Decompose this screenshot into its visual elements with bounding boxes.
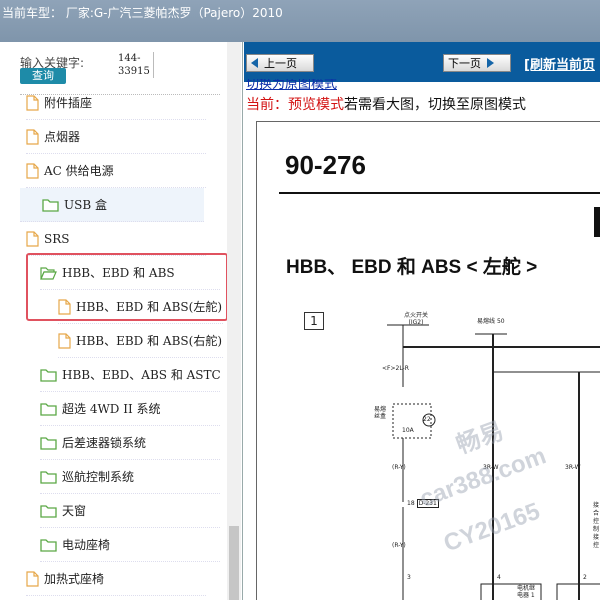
- folder-icon: [40, 504, 57, 518]
- tree-item[interactable]: 巡航控制系统: [40, 460, 220, 494]
- switch-mode-link[interactable]: 切换为原图模式: [246, 79, 337, 91]
- mode-current: 当前：预览模式: [246, 97, 344, 113]
- label-fuse-box: 易熔丝盒: [374, 406, 387, 420]
- label-ry-2: (R-Y): [392, 542, 406, 549]
- document-view: 90-276 HBB、 EBD 和 ABS < 左舵 > 1 点火开关 (IG2…: [256, 121, 600, 600]
- folder-icon: [40, 402, 57, 416]
- document-icon: [58, 332, 71, 349]
- label-side6: 控: [593, 542, 600, 549]
- label-motor-relay: 电机继: [517, 585, 536, 592]
- tree-item-label: 电动座椅: [62, 538, 111, 552]
- tree-item-label: HBB、EBD、ABS 和 ASTC: [62, 368, 221, 382]
- tree-item-label: HBB、EBD 和 ABS(右舵): [76, 334, 222, 348]
- folder-icon: [42, 198, 59, 212]
- folder-icon: [40, 470, 57, 484]
- tree-item[interactable]: 天窗: [40, 494, 220, 528]
- tree-item[interactable]: SRS: [26, 222, 206, 256]
- prev-page-label: 上一页: [264, 57, 297, 70]
- label-motor-relay2: 电器 1: [517, 592, 535, 599]
- tree-item[interactable]: 附件插座: [26, 86, 206, 120]
- tree-item-label: 点烟器: [44, 130, 81, 144]
- label-side5: 接: [593, 534, 600, 541]
- right-panel: 上一页 下一页 [刷新当前页 切换为原图模式 当前：预览模式若需看大图，切换至原…: [244, 42, 600, 600]
- label-fuse-amp: 10A: [402, 427, 414, 434]
- tree-item-label: AC 供给电源: [44, 164, 114, 178]
- tree-item[interactable]: 电动座椅: [40, 528, 220, 562]
- next-page-label: 下一页: [448, 57, 481, 70]
- tree-scroll-thumb[interactable]: [229, 526, 239, 600]
- label-fuse-num: 22: [423, 416, 431, 423]
- search-code-line1: 144-: [118, 53, 141, 64]
- tree-item-label: 加热式座椅: [44, 572, 105, 586]
- tree-item-label: USB 盒: [64, 198, 107, 212]
- folder-icon: [40, 368, 57, 382]
- vehicle-title: 当前车型： 厂家:G-广汽三菱帕杰罗（Pajero）2010: [2, 6, 283, 20]
- mode-hint: 若需看大图，切换至原图模式: [344, 97, 526, 113]
- page-toolbar: 上一页 下一页 [刷新当前页: [244, 42, 600, 82]
- refresh-link[interactable]: [刷新当前页: [524, 54, 595, 73]
- tree-item-label: 后差速器锁系统: [62, 436, 147, 450]
- tree-item[interactable]: 点烟器: [26, 120, 206, 154]
- label-ig2: (IG2): [408, 319, 424, 326]
- title-bar: 当前车型： 厂家:G-广汽三菱帕杰罗（Pajero）2010: [0, 0, 600, 42]
- tree-item[interactable]: USB 盒: [20, 188, 204, 222]
- tree-item-label: 天窗: [62, 504, 87, 518]
- tree-item-label: SRS: [44, 231, 70, 246]
- label-fl-num: 50: [496, 318, 505, 325]
- label-pin3: 3: [407, 574, 411, 581]
- label-pin4: 4: [497, 574, 501, 581]
- tree-item-label: 附件插座: [44, 96, 93, 110]
- label-side2: 合: [593, 510, 600, 517]
- label-side1: 接: [593, 502, 600, 509]
- tree-item-label: 超选 4WD II 系统: [62, 402, 161, 416]
- tree-item[interactable]: HBB、EBD、ABS 和 ASTC: [40, 358, 221, 392]
- next-page-button[interactable]: 下一页: [443, 54, 511, 72]
- label-fusible: 易熔线: [477, 318, 496, 325]
- label-ignition: 点火开关: [403, 312, 428, 319]
- label-2lr: <F>2L-R: [382, 365, 409, 372]
- search-button[interactable]: 查询: [20, 68, 66, 84]
- document-icon: [26, 570, 39, 587]
- label-conn: 18: [407, 500, 415, 507]
- arrow-left-icon: [251, 58, 258, 68]
- tree-item[interactable]: AC 供给电源: [26, 154, 206, 188]
- search-input[interactable]: 144- 33915: [118, 52, 154, 78]
- tree-item[interactable]: 超选 4WD II 系统: [40, 392, 220, 426]
- folder-icon: [40, 538, 57, 552]
- document-icon: [26, 162, 39, 179]
- tree-item[interactable]: 后差速器锁系统: [40, 426, 220, 460]
- prev-page-button[interactable]: 上一页: [246, 54, 314, 72]
- search-code-line2: 33915: [118, 66, 150, 77]
- document-icon: [26, 128, 39, 145]
- tree-item[interactable]: HBB、EBD 和 ABS(右舵): [58, 324, 223, 358]
- label-side4: 制: [593, 526, 600, 533]
- highlight-box: [26, 253, 228, 321]
- left-panel: 输入关键字: 144- 33915 查询 附件插座 点烟器 AC 供给电源 USB 盒…: [0, 42, 243, 600]
- mode-line: 当前：预览模式若需看大图，切换至原图模式: [246, 94, 526, 114]
- wiring-diagram: [387, 324, 600, 600]
- document-icon: [26, 94, 39, 111]
- folder-icon: [40, 436, 57, 450]
- tree-scrollbar[interactable]: [227, 42, 241, 600]
- label-3rw-2: 3R-W: [565, 464, 581, 471]
- label-pin2: 2: [583, 574, 587, 581]
- label-ry-1: (R-Y): [392, 464, 406, 471]
- tree-item-label: 巡航控制系统: [62, 470, 135, 484]
- label-side3: 控: [593, 518, 600, 525]
- arrow-right-icon: [487, 58, 494, 68]
- tree-item[interactable]: 加热式座椅: [26, 562, 206, 596]
- document-icon: [26, 230, 39, 247]
